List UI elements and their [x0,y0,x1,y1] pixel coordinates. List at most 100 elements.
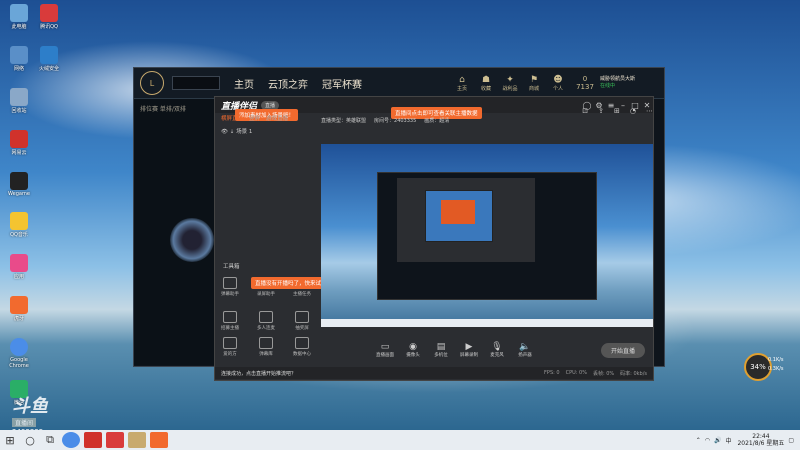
chrome-icon [10,338,28,356]
qq-icon [40,4,58,22]
search-icon[interactable]: ○ [20,430,40,450]
stream-toolbar: ⊡ ⇪ ⊞ ◔ ⋯ [321,107,653,115]
tool-item[interactable]: 弹幕助手 [217,277,243,297]
queue-title: 排位赛 单排/双排 [140,106,186,113]
currency-display: 0 7137 [576,74,594,91]
tab-landscape[interactable]: 横屏直播 [221,114,243,124]
tab-portrait[interactable]: 竖屏 [249,114,260,124]
wegame-icon [10,172,28,190]
shield-icon [40,46,58,64]
computer-icon [10,4,28,22]
desktop-icon-huorong[interactable]: 火绒安全 [34,46,64,72]
scene-item[interactable]: 👁 ⇣ 场景 1 [215,125,319,137]
start-live-button[interactable]: 开始直播 [600,342,645,358]
tool-item[interactable]: 数据中心 [289,337,315,357]
stream-tabs: 横屏直播 竖屏 游戏直播 [215,114,319,124]
desktop-icon-qq[interactable]: 腾讯QQ [34,4,64,30]
tool-icon [223,311,237,323]
taskbar-music[interactable] [106,432,124,448]
system-tray: ⌃ ◠ 🔊 中 22:44 2021/8/6 星期五 ▢ [692,433,800,447]
huya-icon [10,296,28,314]
btn-speaker[interactable]: 🔈 扬声器 [511,342,539,358]
tools-title: 工具箱 [223,264,240,270]
taskbar-huya[interactable] [150,432,168,448]
desktop-icon-chrome[interactable]: Google Chrome [4,338,34,369]
multicam-icon: ▤ [436,342,446,352]
lol-loot-icon[interactable]: ✦ 战利品 [498,75,522,92]
app-icon [10,254,28,272]
btn-multicam[interactable]: ▤ 多机位 [427,342,455,358]
btn-record[interactable]: ▶ 屏幕录制 [455,342,483,358]
tool-icon [295,337,309,349]
lol-nav: 主页 云顶之弈 冠军杯赛 [234,76,376,91]
lol-orb-art [170,218,214,262]
tool-icon [259,311,273,323]
desktop-icon-computer[interactable]: 此电脑 [4,4,34,30]
gift-icon[interactable]: ⊞ [614,107,620,115]
more-icon[interactable]: ⋯ [646,107,653,115]
tool-item[interactable]: 多人连麦 [253,311,279,331]
stream-bottom-bar: ▭ 直播画面 ◉ 摄像头 ▤ 多机位 ▶ 屏幕录制 🎙 麦克风 🔈 扬声器 开始直播 [321,335,653,365]
task-view-icon[interactable]: ⧉ [40,430,60,450]
desktop-icon-huya[interactable]: 虎牙 [4,296,34,322]
desktop-icon-netease[interactable]: 网易云 [4,130,34,156]
lol-collection-icon[interactable]: ☗ 收藏 [474,75,498,92]
record-icon: ▶ [465,342,473,352]
info-room: 房间号：2403335 [374,118,417,124]
lock-icon[interactable]: ⊡ [582,107,588,115]
player-profile[interactable]: 威胁领航员大斯 在线中 [600,75,658,92]
recycle-bin-icon [10,88,28,106]
music-icon [10,130,28,148]
info-quality[interactable]: 画质：超清 [424,117,449,124]
clock[interactable]: 22:44 2021/8/6 星期五 [737,433,784,447]
stream-status-bar: 连接成功，点击直播开始推流吧？ FPS: 0 CPU: 0% 丢帧: 0% 码率… [215,367,653,379]
tool-item[interactable]: 抽奖屏 [289,311,315,331]
wifi-icon[interactable]: ◠ [705,437,710,444]
tray-expand-icon[interactable]: ⌃ [696,437,701,444]
taskbar-chrome[interactable] [62,432,80,448]
notification-icon[interactable]: ▢ [788,437,794,444]
tool-icon [295,311,309,323]
tool-icon [223,337,237,349]
desktop-icon-network[interactable]: 网络 [4,46,34,72]
mic-icon: 🎙 [491,342,503,352]
stream-sidebar: 👁 ⇣ 场景 1 工具箱 弹幕助手 录屏助手 主播任务 招募主播 多人连麦 抽奖… [215,125,319,367]
tool-icon [223,277,237,289]
desktop-icon-wegame[interactable]: Wegame [4,172,34,197]
btn-mic[interactable]: 🎙 麦克风 [483,342,511,358]
stream-app-window: 直播伴侣 直播 ◯ ⚙ ≡ – □ ✕ 添加素材加入场景吧！ 直播间点击即可查看… [214,96,654,381]
preview-nested-window-2 [441,200,475,224]
taskbar-lol[interactable] [128,432,146,448]
start-button[interactable]: ⊞ [0,430,20,450]
tool-icon [259,337,273,349]
lol-profile-icon[interactable]: ☻ 个人 [546,75,570,92]
taskbar-netease[interactable] [84,432,102,448]
preview-taskbar [321,319,653,327]
desktop-icon-app[interactable]: 应用 [4,254,34,280]
ime-icon[interactable]: 中 [725,436,731,445]
info-type[interactable]: 直播类型：英雄联盟 [321,117,366,124]
lol-store-icon[interactable]: ⚑ 商城 [522,75,546,92]
lol-top-icons: ⌂ 主页 ☗ 收藏 ✦ 战利品 ⚑ 商城 ☻ 个人 0 7137 威胁领航员大斯 在线中 [450,75,658,92]
lol-home-icon[interactable]: ⌂ 主页 [450,75,474,92]
tool-item[interactable]: 弹幕库 [253,337,279,357]
camera-icon: ◉ [409,342,417,352]
btn-screen[interactable]: ▭ 直播画面 [371,342,399,358]
network-speed: 0.1K/s 0.3K/s [768,357,784,372]
tab-game[interactable]: 游戏直播 [266,114,288,124]
qq-music-icon [10,212,28,230]
screen-icon: ▭ [380,342,390,352]
desktop-icon-recycle[interactable]: 回收站 [4,88,34,114]
lol-nav-tft[interactable]: 云顶之弈 [268,76,308,91]
lol-logo-icon[interactable]: L [140,71,164,95]
lol-nav-clash[interactable]: 冠军杯赛 [322,76,362,91]
lol-nav-home[interactable]: 主页 [234,76,254,91]
desktop-icon-qqmusic[interactable]: QQ音乐 [4,212,34,238]
btn-camera[interactable]: ◉ 摄像头 [399,342,427,358]
volume-icon[interactable]: 🔊 [714,437,721,444]
lol-play-button[interactable] [172,76,220,90]
bell-icon[interactable]: ◔ [630,107,636,115]
tool-item[interactable]: 爱的方 [217,337,243,357]
share-icon[interactable]: ⇪ [598,107,604,115]
tool-item[interactable]: 招募主播 [217,311,243,331]
